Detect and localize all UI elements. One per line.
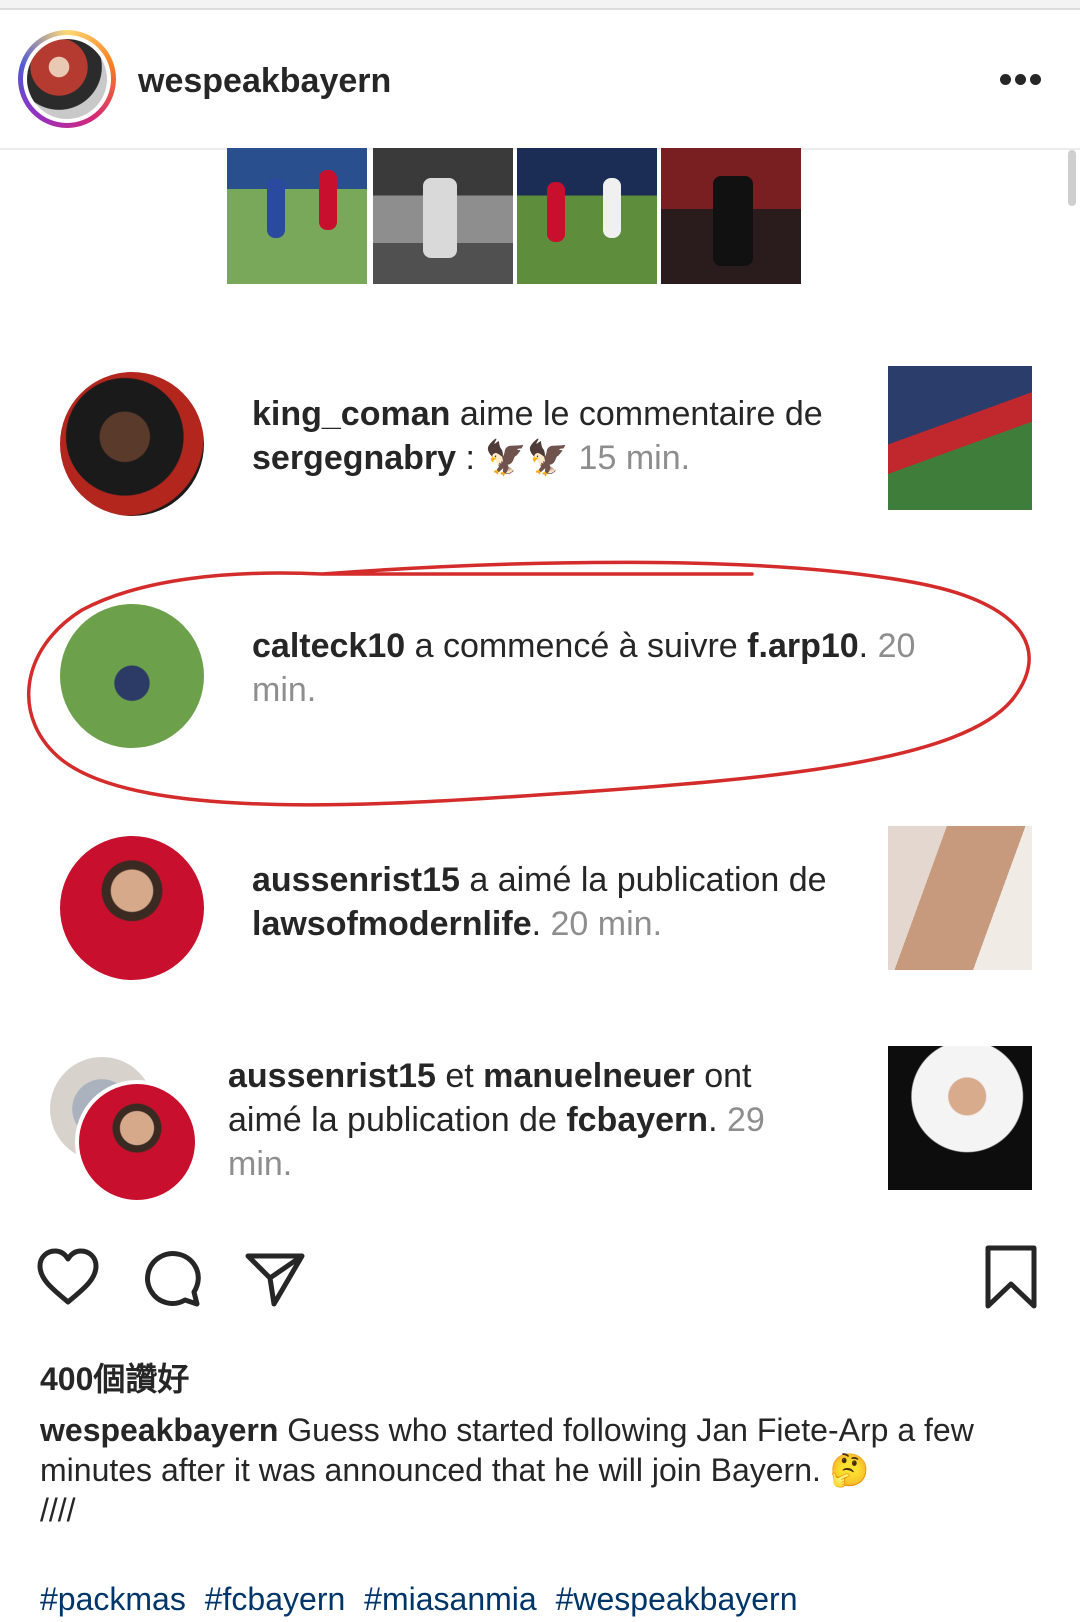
activity-suffix: . (708, 1101, 727, 1139)
activity-username: aussenrist15 (252, 861, 460, 899)
post-action-bar (0, 1240, 1080, 1320)
activity-avatar-front (75, 1080, 199, 1204)
red-circle-annotation (27, 560, 1031, 807)
activity-target: sergegnabry (252, 439, 457, 477)
activity-action: aime le commentaire de (450, 395, 823, 433)
hashtag-link[interactable]: #wespeakbayern (556, 1581, 798, 1617)
activity-post-thumbnail (888, 366, 1032, 510)
thumbnail-image (517, 148, 657, 284)
activity-target: lawsofmodernlife (252, 905, 532, 943)
more-horizontal-icon[interactable] (1000, 74, 1041, 86)
caption-separator: //// (40, 1492, 76, 1528)
activity-username: aussenrist15 (228, 1057, 436, 1095)
hashtag-link[interactable]: #fcbayern (205, 1581, 346, 1617)
post-header: wespeakbayern (0, 10, 1080, 150)
thumbnail-image (373, 148, 513, 284)
profile-avatar[interactable] (18, 30, 116, 128)
activity-suffix: : (456, 439, 485, 477)
eagle-emoji: 🦅🦅 (484, 439, 570, 477)
caption-username[interactable]: wespeakbayern (40, 1412, 278, 1448)
activity-text: aussenrist15 a aimé la publication de la… (252, 858, 852, 946)
hashtag-link[interactable]: #packmas (40, 1581, 186, 1617)
thumbnail-image (227, 148, 367, 284)
post-scrollbar (1068, 150, 1076, 206)
heart-icon[interactable] (36, 1248, 100, 1306)
send-icon[interactable] (244, 1250, 306, 1308)
post-username[interactable]: wespeakbayern (138, 62, 391, 101)
thumbnail-image (661, 148, 801, 284)
comment-icon[interactable] (142, 1248, 202, 1308)
activity-time: 20 min. (550, 905, 663, 943)
activity-username: king_coman (252, 395, 451, 433)
bookmark-icon[interactable] (984, 1244, 1038, 1310)
activity-text: aussenrist15 et manuelneuer ont aimé la … (228, 1054, 828, 1186)
hashtag-link[interactable]: #miasanmia (364, 1581, 537, 1617)
activity-avatar (60, 836, 204, 980)
activity-target: fcbayern (566, 1101, 709, 1139)
activity-connector: et (435, 1057, 484, 1095)
activity-post-thumbnail (888, 1046, 1032, 1190)
status-strip (0, 0, 1080, 10)
activity-avatar (60, 372, 204, 516)
likes-count[interactable]: 400個讚好 (40, 1354, 189, 1400)
activity-username-2: manuelneuer (483, 1057, 695, 1095)
hashtag-list: #packmas #fcbayern #miasanmia #wespeakba… (40, 1581, 808, 1618)
post-caption: wespeakbayern Guess who started followin… (40, 1410, 1040, 1530)
activity-action: a aimé la publication de (459, 861, 827, 899)
activity-text: king_coman aime le commentaire de sergeg… (252, 392, 842, 480)
activity-post-thumbnail (888, 826, 1032, 970)
thumbnail-strip (227, 148, 801, 284)
activity-time: 15 min. (569, 439, 691, 477)
activity-suffix: . (531, 905, 551, 943)
